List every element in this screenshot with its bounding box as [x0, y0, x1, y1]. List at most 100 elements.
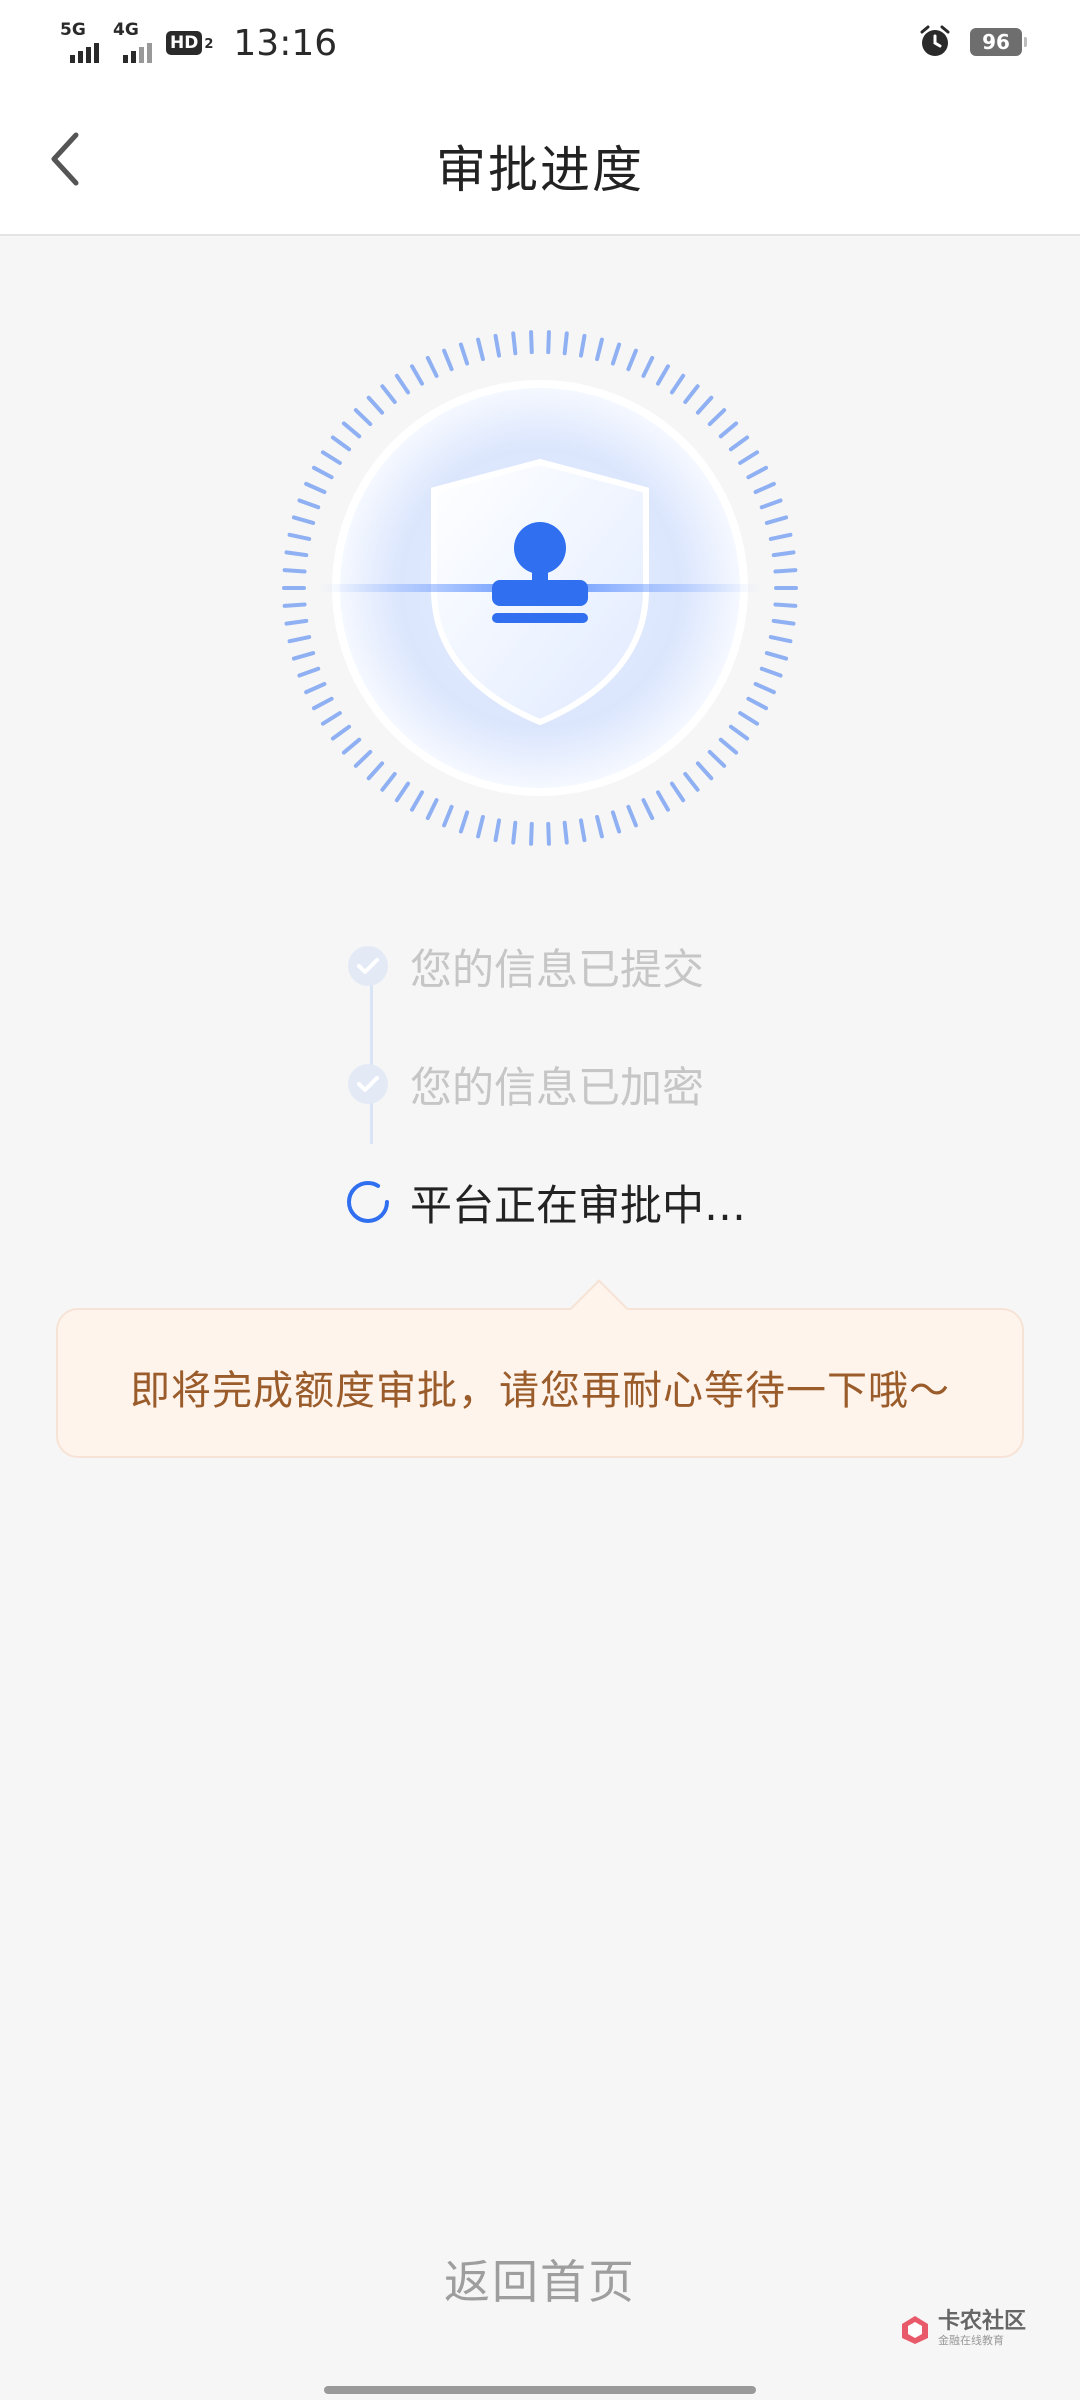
ring-tick	[753, 481, 776, 495]
tip-text: 即将完成额度审批，请您再耐心等待一下哦～	[130, 1368, 950, 1414]
watermark-subtitle: 金融在线教育	[938, 2334, 1004, 2347]
ring-tick	[764, 515, 789, 525]
ring-tick	[458, 810, 470, 834]
ring-tick	[641, 798, 655, 821]
battery-icon: 96	[970, 28, 1027, 56]
ring-tick	[626, 804, 638, 828]
ring-tick	[626, 348, 638, 372]
check-circle-icon	[344, 942, 392, 990]
check-circle-icon	[344, 1060, 392, 1108]
hd-badge: HD	[166, 31, 203, 55]
return-home-button[interactable]: 返回首页	[0, 2246, 1080, 2312]
ring-tick	[394, 373, 411, 395]
ring-tick	[320, 711, 342, 726]
ring-tick	[297, 498, 321, 510]
ring-tick	[291, 651, 316, 661]
clock: 13:16	[233, 22, 338, 64]
ring-tick	[304, 681, 327, 695]
ring-tick	[394, 781, 411, 803]
tip-arrow	[569, 1279, 629, 1339]
ring-tick	[341, 737, 362, 755]
ring-tick	[773, 568, 798, 574]
ring-tick	[768, 635, 793, 644]
ring-tick	[641, 355, 655, 378]
ring-tick	[546, 330, 551, 355]
ring-tick	[425, 798, 439, 821]
ring-tick	[287, 635, 312, 644]
status-bar: 5G 4G HD 2 13:16 96	[0, 0, 1080, 84]
ring-tick	[410, 790, 424, 812]
ring-tick	[311, 696, 334, 711]
ring-tick	[728, 435, 750, 452]
watermark-logo-icon	[902, 2316, 928, 2344]
ring-tick	[284, 618, 309, 626]
ring-tick	[656, 790, 670, 812]
ring-tick	[353, 408, 373, 427]
ring-tick	[610, 342, 622, 366]
ring-tick	[728, 724, 750, 741]
ring-tick	[330, 435, 352, 452]
ring-tick	[282, 602, 307, 608]
ring-tick	[511, 820, 518, 845]
ring-tick	[511, 331, 518, 356]
ring-tick	[773, 602, 798, 608]
alarm-icon	[920, 25, 950, 56]
ring-tick	[718, 421, 739, 439]
ring-tick	[380, 384, 397, 405]
approval-illustration	[278, 326, 802, 850]
shield-stamp-icon	[282, 330, 798, 846]
tip-bubble: 即将完成额度审批，请您再耐心等待一下哦～	[56, 1279, 1024, 1458]
ring-tick	[425, 355, 439, 378]
ring-tick	[595, 337, 604, 362]
ring-tick	[669, 781, 686, 803]
ring-tick	[771, 550, 796, 558]
network-type-label-2: 4G	[113, 20, 139, 40]
ring-tick	[695, 761, 714, 781]
ring-tick	[759, 666, 783, 678]
ring-tick	[746, 465, 769, 480]
ring-tick	[304, 481, 327, 495]
ring-tick	[771, 618, 796, 626]
ring-tick	[476, 814, 485, 839]
ring-tick	[330, 724, 352, 741]
ring-tick	[442, 804, 454, 828]
ring-tick	[546, 821, 551, 846]
ring-tick	[442, 348, 454, 372]
status-bar-left: 5G 4G HD 2 13:16	[60, 18, 337, 68]
home-indicator[interactable]	[324, 2386, 756, 2394]
ring-tick	[578, 818, 587, 843]
ring-tick	[707, 408, 727, 427]
ring-tick	[738, 450, 760, 465]
ring-tick	[493, 818, 502, 843]
watermark: 卡农社区 金融在线教育	[898, 2306, 1058, 2352]
hd-voice-icon: HD 2	[166, 31, 213, 55]
network-type-label: 5G	[60, 20, 86, 40]
ring-tick	[353, 749, 373, 768]
ring-tick	[764, 651, 789, 661]
ring-tick	[380, 771, 397, 792]
step-submitted: 您的信息已提交	[344, 936, 704, 996]
ring-tick	[595, 814, 604, 839]
nav-bar: 审批进度	[0, 84, 1080, 236]
ring-tick	[562, 331, 569, 356]
ring-tick	[669, 373, 686, 395]
step-reviewing: 平台正在审批中…	[344, 1172, 746, 1232]
ring-tick	[320, 450, 342, 465]
ring-tick	[718, 737, 739, 755]
signal-5g-icon: 5G	[60, 20, 99, 63]
ring-tick	[529, 821, 534, 846]
ring-tick	[759, 498, 783, 510]
ring-tick	[284, 550, 309, 558]
ring-tick	[476, 337, 485, 362]
signal-4g-icon: 4G	[113, 20, 152, 63]
ring-tick	[768, 532, 793, 541]
step-encrypted: 您的信息已加密	[344, 1054, 704, 1114]
ring-tick	[610, 810, 622, 834]
page-title: 审批进度	[436, 141, 644, 199]
ring-tick	[282, 568, 307, 574]
ring-tick	[410, 364, 424, 386]
step-label: 您的信息已加密	[410, 1062, 705, 1112]
loading-spinner-icon	[344, 1178, 392, 1226]
ring-tick	[707, 749, 727, 768]
ring-tick	[366, 395, 385, 415]
